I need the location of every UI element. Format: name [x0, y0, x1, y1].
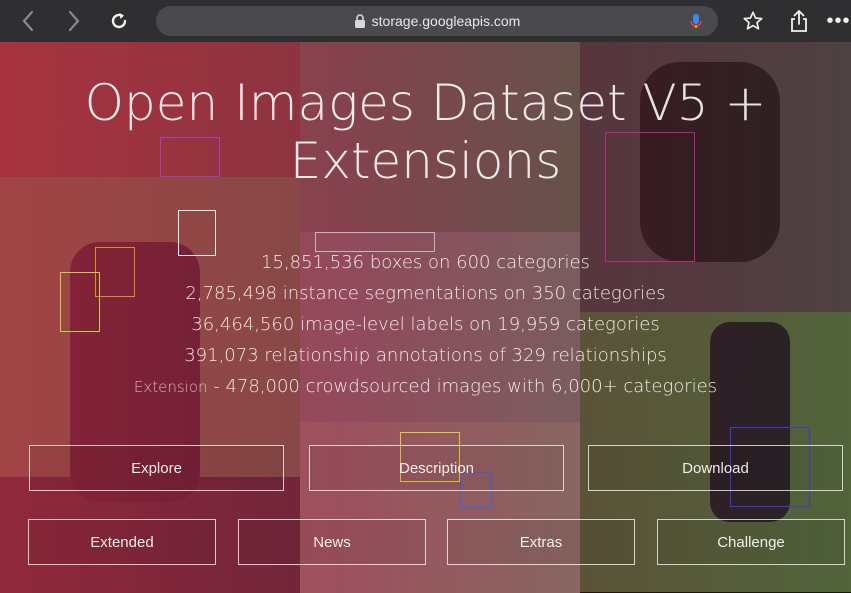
stat-segmentations: 2,785,498 instance segmentations on 350 … [185, 283, 666, 304]
address-bar[interactable]: storage.googleapis.com [156, 6, 718, 36]
challenge-button[interactable]: Challenge [657, 519, 845, 565]
stat-image-labels: 36,464,560 image-level labels on 19,959 … [191, 314, 660, 335]
mic-icon[interactable] [688, 13, 704, 29]
stat-relationships: 391,073 relationship annotations of 329 … [184, 345, 667, 366]
stat-boxes: 15,851,536 boxes on 600 categories [261, 252, 590, 273]
browser-toolbar: storage.googleapis.com ••• [0, 0, 851, 42]
download-button[interactable]: Download [588, 445, 843, 491]
news-button[interactable]: News [238, 519, 426, 565]
title-line-2: Extensions [289, 132, 562, 190]
title-line-1: Open Images Dataset V5 + [84, 74, 767, 132]
description-button[interactable]: Description [309, 445, 564, 491]
stats-list: 15,851,536 boxes on 600 categories 2,785… [0, 247, 851, 403]
hero-section: Open Images Dataset V5 + Extensions 15,8… [0, 42, 851, 593]
page-title: Open Images Dataset V5 + Extensions [40, 74, 811, 190]
extended-button[interactable]: Extended [28, 519, 216, 565]
url-text: storage.googleapis.com [371, 13, 521, 29]
lock-icon [354, 14, 365, 28]
reload-icon[interactable] [104, 0, 134, 42]
share-icon[interactable] [786, 0, 812, 42]
extension-link[interactable]: Extension [134, 378, 208, 396]
star-icon[interactable] [738, 0, 768, 42]
explore-button[interactable]: Explore [29, 445, 284, 491]
stat-extension: Extension - 478,000 crowdsourced images … [0, 371, 851, 403]
back-icon[interactable] [14, 0, 42, 42]
extras-button[interactable]: Extras [447, 519, 635, 565]
extension-text: - 478,000 crowdsourced images with 6,000… [207, 376, 718, 397]
more-icon[interactable]: ••• [826, 0, 851, 42]
forward-icon[interactable] [60, 0, 88, 42]
